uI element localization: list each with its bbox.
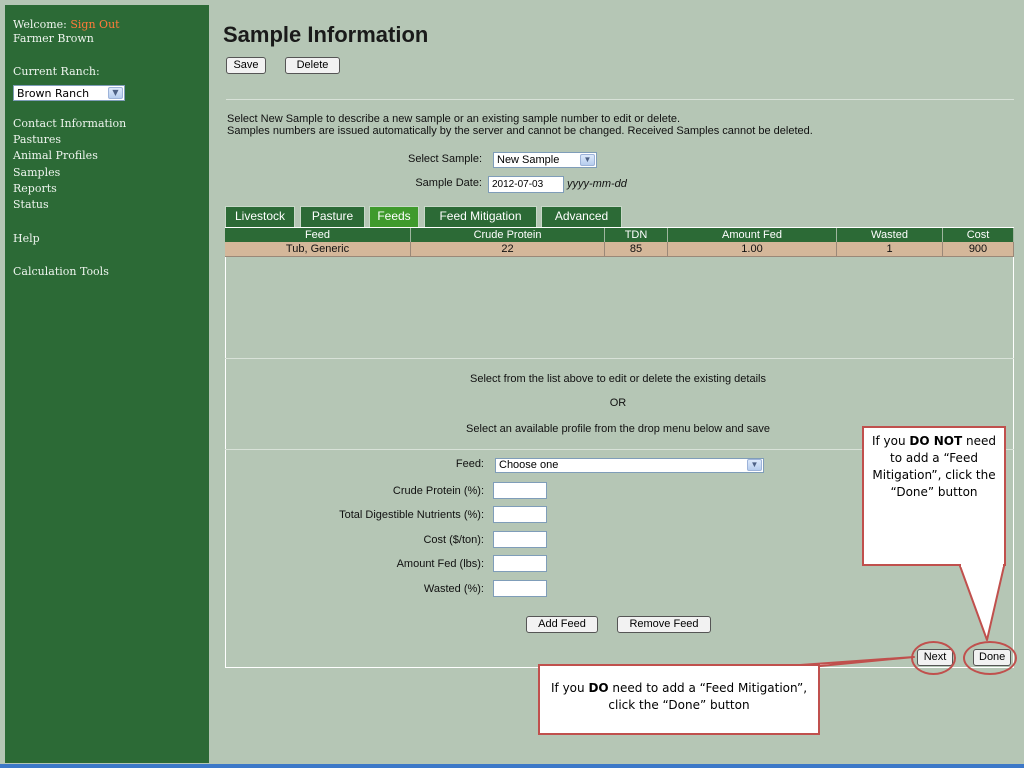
select-list-message: Select from the list above to edit or de… xyxy=(470,373,766,385)
column-header: Amount Fed xyxy=(668,228,837,242)
sidebar-item-pastures[interactable]: Pastures xyxy=(13,132,61,148)
feed-select[interactable]: Choose one ▼ xyxy=(495,458,764,473)
sidebar-item-status[interactable]: Status xyxy=(13,197,49,213)
sign-out-link[interactable]: Sign Out xyxy=(70,18,119,31)
sidebar-item-help[interactable]: Help xyxy=(13,231,40,247)
table-cell[interactable]: 1.00 xyxy=(668,242,837,257)
feed-label: Feed: xyxy=(455,458,484,470)
or-label: OR xyxy=(609,397,627,409)
column-header: Crude Protein xyxy=(411,228,605,242)
callout-text-bold: DO NOT xyxy=(909,434,963,448)
instructions-line-2: Samples numbers are issued automatically… xyxy=(227,125,813,137)
table-cell[interactable]: 1 xyxy=(837,242,943,257)
callout-gap xyxy=(961,563,1003,567)
user-name: Farmer Brown xyxy=(13,32,94,45)
table-cell[interactable]: 85 xyxy=(605,242,668,257)
divider xyxy=(226,99,1014,100)
bottom-bar xyxy=(0,764,1024,768)
sample-date-format: yyyy-mm-dd xyxy=(567,178,627,190)
wasted-label: Wasted (%): xyxy=(423,583,484,595)
done-highlight-ellipse xyxy=(963,641,1017,675)
table-cell[interactable]: Tub, Generic xyxy=(225,242,411,257)
sidebar-item-contact-information[interactable]: Contact Information xyxy=(13,116,126,132)
cost-field[interactable] xyxy=(493,531,547,548)
tdn-label: Total Digestible Nutrients (%): xyxy=(339,509,484,521)
add-feed-button[interactable]: Add Feed xyxy=(526,616,598,633)
cost-label: Cost ($/ton): xyxy=(423,534,484,546)
callout-text-pre: If you xyxy=(550,681,589,695)
callout-text-bold: DO xyxy=(588,681,609,695)
chevron-down-icon: ▼ xyxy=(580,154,595,166)
sample-date-field[interactable]: 2012-07-03 xyxy=(488,176,564,193)
sample-select[interactable]: New Sample ▼ xyxy=(493,152,597,168)
table-cell[interactable]: 22 xyxy=(411,242,605,257)
feed-select-value: Choose one xyxy=(499,459,559,471)
page-title: Sample Information xyxy=(223,22,429,47)
main-content: Sample Information Save Delete Select Ne… xyxy=(212,5,1024,763)
tab-advanced[interactable]: Advanced xyxy=(541,206,622,227)
sample-date-label: Sample Date: xyxy=(415,177,482,189)
welcome-label: Welcome: xyxy=(13,18,67,31)
callout-text-post: need to add a “Feed Mitigation”, click t… xyxy=(608,681,808,712)
select-sample-label: Select Sample: xyxy=(408,153,482,165)
delete-button[interactable]: Delete xyxy=(285,57,340,74)
tab-livestock[interactable]: Livestock xyxy=(225,206,295,227)
wasted-field[interactable] xyxy=(493,580,547,597)
column-header: TDN xyxy=(605,228,668,242)
current-ranch-label: Current Ranch: xyxy=(13,65,100,78)
callout-do-not: If you DO NOT need to add a “Feed Mitiga… xyxy=(862,426,1006,566)
tab-pasture[interactable]: Pasture xyxy=(300,206,365,227)
remove-feed-button[interactable]: Remove Feed xyxy=(617,616,711,633)
callout-do: If you DO need to add a “Feed Mitigation… xyxy=(538,664,820,735)
column-header: Feed xyxy=(225,228,411,242)
callout-text-pre: If you xyxy=(871,434,910,448)
ranch-select-value: Brown Ranch xyxy=(17,87,90,100)
save-button[interactable]: Save xyxy=(226,57,266,74)
ranch-select[interactable]: Brown Ranch ▼ xyxy=(13,85,125,101)
tdn-field[interactable] xyxy=(493,506,547,523)
amount-fed-field[interactable] xyxy=(493,555,547,572)
amount-fed-label: Amount Fed (lbs): xyxy=(396,558,484,570)
sidebar-item-reports[interactable]: Reports xyxy=(13,181,57,197)
tab-feeds[interactable]: Feeds xyxy=(369,206,419,227)
table-cell[interactable]: 900 xyxy=(943,242,1014,257)
crude-protein-label: Crude Protein (%): xyxy=(392,485,484,497)
divider xyxy=(225,358,1014,359)
next-highlight-ellipse xyxy=(911,641,956,675)
sidebar-item-animal-profiles[interactable]: Animal Profiles xyxy=(13,148,98,164)
chevron-down-icon: ▼ xyxy=(747,459,762,471)
sidebar-item-calculation-tools[interactable]: Calculation Tools xyxy=(13,264,109,280)
chevron-down-icon: ▼ xyxy=(108,87,123,99)
column-header: Wasted xyxy=(837,228,943,242)
sidebar-item-samples[interactable]: Samples xyxy=(13,165,60,181)
instructions-line-1: Select New Sample to describe a new samp… xyxy=(227,113,681,125)
crude-protein-field[interactable] xyxy=(493,482,547,499)
column-header: Cost xyxy=(943,228,1014,242)
sidebar: Welcome: Sign Out Farmer Brown Current R… xyxy=(5,5,209,763)
sample-select-value: New Sample xyxy=(497,154,560,166)
tab-feed-mitigation[interactable]: Feed Mitigation xyxy=(424,206,537,227)
